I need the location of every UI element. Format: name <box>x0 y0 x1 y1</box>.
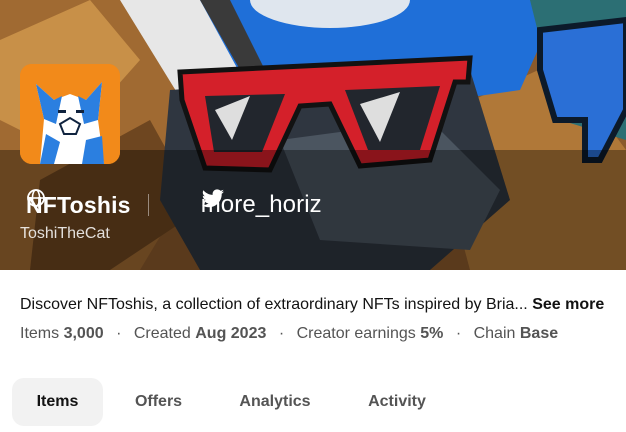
tab-activity[interactable]: Activity <box>336 378 458 426</box>
stat-earnings-value: 5% <box>420 325 444 342</box>
tab-items[interactable]: Items <box>12 378 103 426</box>
website-link[interactable] <box>27 189 187 216</box>
stat-chain-label: Chain <box>473 325 516 342</box>
stat-earnings-label: Creator earnings <box>296 325 416 342</box>
see-more-button[interactable]: See more <box>532 296 604 313</box>
stat-items-label: Items <box>20 325 60 342</box>
cat-avatar-image <box>20 64 120 164</box>
collection-header-row: NFToshis more_horiz <box>26 188 322 222</box>
collection-tabs: Items Offers Analytics Activity <box>12 378 458 426</box>
stat-created-value: Aug 2023 <box>195 325 267 342</box>
twitter-icon[interactable] <box>201 188 225 210</box>
collection-avatar <box>20 64 120 164</box>
header-divider <box>147 194 149 216</box>
globe-icon <box>27 189 45 207</box>
description-text: Discover NFToshis, a collection of extra… <box>20 296 528 313</box>
creator-name[interactable]: ToshiTheCat <box>20 225 110 243</box>
stat-separator: · <box>116 325 122 342</box>
more-options-button[interactable]: more_horiz <box>201 188 322 222</box>
collection-description: Discover NFToshis, a collection of extra… <box>20 296 626 314</box>
stat-separator: · <box>278 325 285 342</box>
tab-offers[interactable]: Offers <box>103 378 214 426</box>
stat-chain-value: Base <box>519 325 559 342</box>
collection-banner: NFToshis more_horiz ToshiTheCat <box>0 0 626 270</box>
stat-items-value: 3,000 <box>63 325 104 342</box>
tab-analytics[interactable]: Analytics <box>214 378 336 426</box>
collection-stats: Items 3,000 · Created Aug 2023 · Creator… <box>20 325 558 343</box>
stat-separator: · <box>455 325 462 342</box>
stat-created-label: Created <box>133 325 191 342</box>
